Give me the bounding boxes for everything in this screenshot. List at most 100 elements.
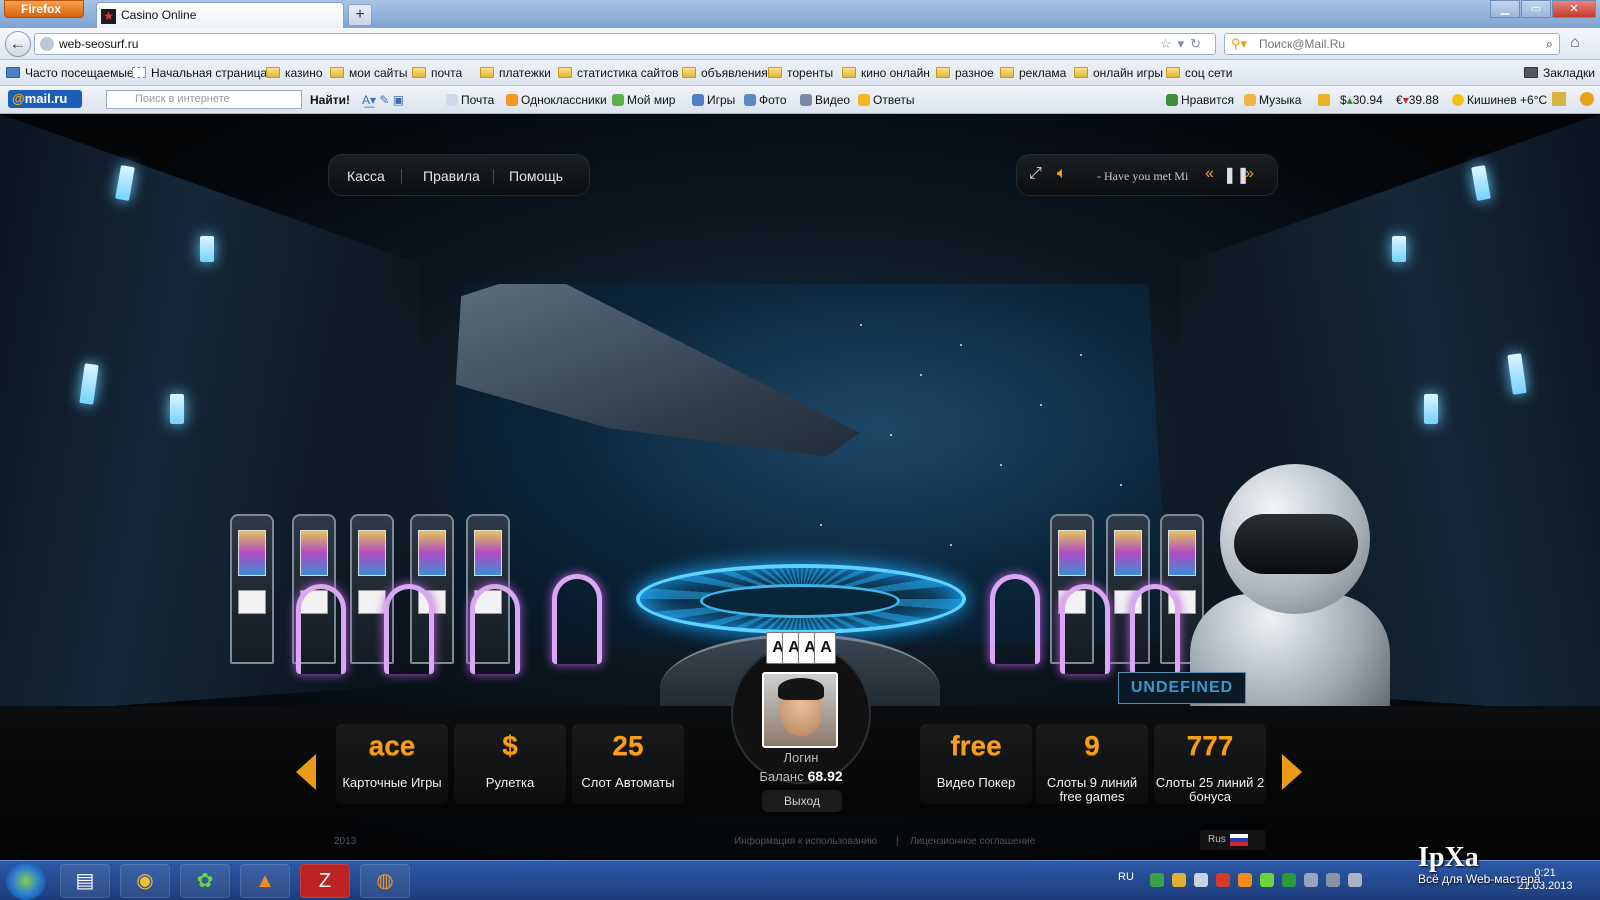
star xyxy=(1120,484,1122,486)
star-reload-icon[interactable]: ☆▾↻ xyxy=(1160,36,1207,52)
free-icon: free xyxy=(950,730,1002,761)
link-answers[interactable]: Ответы xyxy=(858,93,914,107)
chrome-icon[interactable]: ◉ xyxy=(120,864,170,898)
games-next-arrow-icon[interactable] xyxy=(1282,754,1302,790)
next-icon[interactable]: » xyxy=(1245,165,1254,183)
bookmark-folder[interactable]: торенты xyxy=(768,66,833,80)
bookmark-folder[interactable]: объявления xyxy=(682,66,768,80)
avatar[interactable] xyxy=(762,672,838,748)
maximize-icon[interactable]: ▭ xyxy=(1521,0,1551,18)
bookmark-frequent[interactable]: Часто посещаемые xyxy=(6,66,134,80)
like-button[interactable]: Нравится xyxy=(1166,93,1234,107)
bookmark-folder[interactable]: казино xyxy=(266,66,323,80)
bookmarks-menu[interactable]: Закладки xyxy=(1524,66,1595,80)
minimize-icon[interactable]: ▁ xyxy=(1490,0,1520,18)
language-select[interactable]: Rus xyxy=(1200,830,1266,850)
filezilla-icon[interactable]: Z xyxy=(300,864,350,898)
fullscreen-icon[interactable]: ⤢ xyxy=(1029,165,1042,183)
usd-rate[interactable]: $▴30.94 xyxy=(1340,93,1383,107)
url-bar[interactable]: web-seosurf.ru ☆▾↻ xyxy=(34,33,1216,55)
chair xyxy=(384,584,434,674)
close-icon[interactable]: ✕ xyxy=(1552,0,1596,18)
balance: Баланс 68.92 xyxy=(759,768,843,784)
tray-icon[interactable] xyxy=(1150,873,1164,887)
icq-icon[interactable]: ✿ xyxy=(180,864,230,898)
tray-icon[interactable] xyxy=(1304,873,1318,887)
mailru-logo[interactable]: @mail.ru xyxy=(8,90,82,108)
tray-icon[interactable] xyxy=(1172,873,1186,887)
game-label: Рулетка xyxy=(485,775,535,790)
volume-tray-icon[interactable] xyxy=(1348,873,1362,887)
game-slots[interactable]: 25 Слот Автоматы xyxy=(572,724,684,804)
link-moy-mir[interactable]: Мой мир xyxy=(612,93,675,107)
link-photo[interactable]: Фото xyxy=(744,93,787,107)
firefox-menu-button[interactable]: Firefox xyxy=(4,0,84,18)
volume-icon[interactable]: 🔈︎ xyxy=(1057,165,1067,183)
map-icon[interactable] xyxy=(1552,92,1566,106)
chair xyxy=(1060,584,1110,674)
menu-rules[interactable]: Правила xyxy=(423,168,480,184)
bookmark-homepage[interactable]: Начальная страница xyxy=(132,66,267,80)
star xyxy=(950,544,952,546)
bookmarks-bar: Часто посещаемые Начальная страница кази… xyxy=(0,60,1600,86)
menu-help[interactable]: Помощь xyxy=(509,168,563,184)
weather-widget[interactable]: Кишинев +6°C xyxy=(1452,93,1547,107)
footer-info-link[interactable]: Информация к использованию xyxy=(734,836,877,847)
bookmark-folder[interactable]: статистика сайтов xyxy=(558,66,678,80)
tray-icon[interactable] xyxy=(1282,873,1296,887)
link-mail[interactable]: Почта xyxy=(446,93,494,107)
game-card-games[interactable]: ace Карточные Игры xyxy=(336,724,448,804)
dollar-icon: $ xyxy=(1340,93,1347,107)
music-player-icon[interactable] xyxy=(1318,94,1330,106)
tray-icon[interactable] xyxy=(1238,873,1252,887)
folder-icon xyxy=(412,67,426,78)
explorer-icon[interactable]: ▤ xyxy=(60,864,110,898)
footer-license-link[interactable]: Лицензионное соглашение xyxy=(910,836,1035,847)
tab-casino-online[interactable]: ★ Casino Online xyxy=(96,2,344,28)
firefox-icon[interactable]: ◍ xyxy=(360,864,410,898)
find-button[interactable]: Найти! xyxy=(310,93,350,107)
bookmark-folder[interactable]: почта xyxy=(412,66,462,80)
folder-icon xyxy=(266,67,280,78)
search-icon[interactable]: ⌕ xyxy=(1546,36,1553,52)
link-games[interactable]: Игры xyxy=(692,93,735,107)
bookmark-folder[interactable]: мои сайты xyxy=(330,66,407,80)
new-tab-button[interactable]: + xyxy=(348,4,372,26)
back-button[interactable]: ← xyxy=(5,31,31,57)
link-odnoklassniki[interactable]: Одноклассники xyxy=(506,93,607,107)
logout-button[interactable]: Выход xyxy=(762,790,842,812)
vlc-icon[interactable]: ▲ xyxy=(240,864,290,898)
hologram-center xyxy=(700,584,900,618)
folder-icon xyxy=(1074,67,1088,78)
bookmark-folder[interactable]: онлайн игры xyxy=(1074,66,1163,80)
settings-icon[interactable] xyxy=(1580,92,1594,106)
login-label[interactable]: Логин xyxy=(706,750,896,765)
start-button[interactable] xyxy=(6,862,46,900)
bookmark-folder[interactable]: кино онлайн xyxy=(842,66,930,80)
network-icon[interactable] xyxy=(1326,873,1340,887)
search-input[interactable]: ⚲▾ Поиск@Mail.Ru ⌕ xyxy=(1224,33,1560,55)
page-icon xyxy=(132,67,146,78)
game-slots-9-lines[interactable]: 9 Слоты 9 линий free games xyxy=(1036,724,1148,804)
mailru-search-input[interactable]: Поиск в интернете xyxy=(106,90,302,109)
game-slots-25-lines[interactable]: 777 Слоты 25 линий 2 бонуса xyxy=(1154,724,1266,804)
eur-rate[interactable]: €▾39.88 xyxy=(1396,93,1439,107)
game-roulette[interactable]: $ Рулетка xyxy=(454,724,566,804)
home-icon[interactable]: ⌂ xyxy=(1570,34,1580,52)
games-prev-arrow-icon[interactable] xyxy=(296,754,316,790)
chair xyxy=(990,574,1040,664)
bookmark-folder[interactable]: разное xyxy=(936,66,994,80)
bookmark-folder[interactable]: реклама xyxy=(1000,66,1066,80)
music-button[interactable]: Музыка xyxy=(1244,93,1301,107)
game-video-poker[interactable]: free Видео Покер xyxy=(920,724,1032,804)
bookmark-folder[interactable]: платежки xyxy=(480,66,551,80)
tray-icon[interactable] xyxy=(1260,873,1274,887)
link-video[interactable]: Видео xyxy=(800,93,850,107)
tray-icon[interactable] xyxy=(1216,873,1230,887)
bookmark-folder[interactable]: соц сети xyxy=(1166,66,1233,80)
menu-cashier[interactable]: Касса xyxy=(347,168,385,184)
font-tools-icon[interactable]: A͟▾ ✎ ▣ xyxy=(362,93,404,107)
prev-icon[interactable]: « xyxy=(1205,165,1214,183)
tray-icon[interactable] xyxy=(1194,873,1208,887)
language-indicator[interactable]: RU xyxy=(1118,871,1134,883)
